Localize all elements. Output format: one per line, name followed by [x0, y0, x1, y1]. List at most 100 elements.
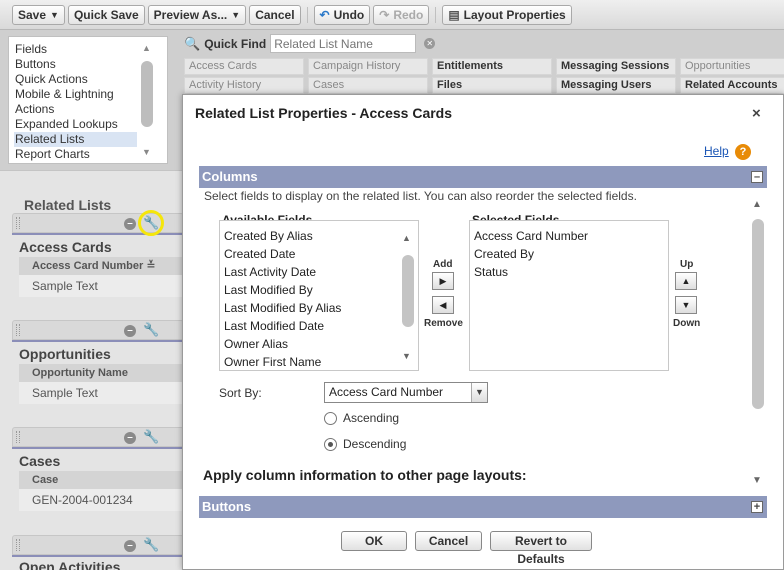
category-scrollbar[interactable]: ▲ ▼ [141, 43, 153, 161]
expand-icon[interactable]: + [751, 501, 763, 513]
scroll-thumb[interactable] [141, 61, 153, 127]
help-icon[interactable]: ? [735, 144, 751, 160]
category-buttons[interactable]: Buttons [14, 57, 137, 72]
selected-fields-list[interactable]: Access Card Number Created By Status [469, 220, 669, 371]
palette-item[interactable]: Activity History [184, 77, 304, 94]
list-item[interactable]: Owner Alias [220, 335, 418, 353]
section-header[interactable]: – 🔧 [12, 320, 184, 340]
drag-handle[interactable] [16, 539, 20, 551]
related-list-cases[interactable]: – 🔧 Cases Case GEN-2004-001234 [12, 427, 184, 511]
palette-item[interactable]: Messaging Sessions [556, 58, 676, 75]
category-related-lists[interactable]: Related Lists [14, 132, 137, 147]
scroll-down-icon[interactable]: ▼ [142, 147, 151, 157]
list-item[interactable]: Created By Alias [220, 227, 418, 245]
undo-button[interactable]: ↶ Undo [313, 4, 371, 25]
related-list-properties-dialog: Related List Properties - Access Cards ×… [182, 94, 784, 570]
remove-icon[interactable]: – [124, 432, 136, 444]
category-report-charts[interactable]: Report Charts [14, 147, 137, 162]
category-mobile-lightning[interactable]: Mobile & Lightning Actions [14, 87, 137, 117]
list-item[interactable]: Created Date [220, 245, 418, 263]
list-item[interactable]: Access Card Number [470, 227, 668, 245]
descending-radio[interactable]: Descending [324, 437, 406, 451]
wrench-icon[interactable]: 🔧 [143, 429, 159, 445]
sort-by-label: Sort By: [219, 386, 262, 400]
apply-columns-text: Apply column information to other page l… [203, 467, 527, 483]
dialog-scrollbar[interactable]: ▲ ▼ [751, 199, 765, 489]
palette-item[interactable]: Campaign History [308, 58, 428, 75]
revert-to-defaults-button[interactable]: Revert to Defaults [490, 531, 592, 566]
drag-handle[interactable] [16, 324, 20, 336]
list-item[interactable]: Created By [470, 245, 668, 263]
list-item[interactable]: Last Modified By Alias [220, 299, 418, 317]
columns-section-header[interactable]: Columns – [199, 166, 767, 188]
list-item[interactable]: Last Modified By [220, 281, 418, 299]
category-fields[interactable]: Fields [14, 42, 137, 57]
quick-find-input[interactable] [270, 34, 417, 53]
drag-handle[interactable] [16, 431, 20, 443]
add-button[interactable]: ▶ [432, 272, 454, 290]
down-label: Down [673, 318, 701, 329]
cancel-button[interactable]: Cancel [249, 4, 301, 25]
cancel-dialog-button[interactable]: Cancel [415, 531, 482, 551]
move-down-button[interactable]: ▼ [675, 296, 697, 314]
list-item[interactable]: Last Activity Date [220, 263, 418, 281]
list-item[interactable]: Owner First Name [220, 353, 418, 371]
sort-by-select[interactable]: Access Card Number ▼ [324, 382, 488, 403]
wrench-icon[interactable]: 🔧 [143, 322, 159, 338]
palette-item[interactable]: Messaging Users [556, 77, 676, 94]
palette-item[interactable]: Files [432, 77, 552, 94]
palette-item[interactable]: Related Accounts [680, 77, 784, 94]
remove-icon[interactable]: – [124, 540, 136, 552]
ascending-radio[interactable]: Ascending [324, 411, 399, 425]
drag-handle[interactable] [16, 217, 20, 229]
wrench-icon[interactable]: 🔧 [143, 537, 159, 553]
related-list-open-activities[interactable]: – 🔧 Open Activities [12, 535, 184, 570]
section-value: Sample Text [19, 275, 184, 297]
palette-item[interactable]: Opportunities [680, 58, 784, 75]
ok-button[interactable]: OK [341, 531, 407, 551]
scroll-thumb[interactable] [402, 255, 414, 327]
available-fields-list[interactable]: Created By Alias Created Date Last Activ… [219, 220, 419, 371]
palette-item[interactable]: Access Cards [184, 58, 304, 75]
search-icon: 🔍 [184, 35, 201, 51]
category-expanded-lookups[interactable]: Expanded Lookups [14, 117, 137, 132]
layout-properties-button[interactable]: ▤ Layout Properties [442, 4, 572, 25]
remove-icon[interactable]: – [124, 218, 136, 230]
related-list-access-cards[interactable]: – 🔧 Access Cards Access Card Number ≚ Sa… [12, 210, 184, 297]
remove-icon[interactable]: – [124, 325, 136, 337]
radio-icon[interactable] [324, 411, 337, 425]
section-header[interactable]: – 🔧 [12, 535, 184, 555]
scroll-up-icon[interactable]: ▲ [402, 233, 411, 243]
palette-item[interactable]: Cases [308, 77, 428, 94]
help-link[interactable]: Help [704, 144, 729, 158]
save-button[interactable]: Save ▼ [12, 4, 65, 25]
radio-selected-icon[interactable] [324, 437, 337, 451]
clear-icon[interactable]: ✕ [424, 38, 436, 49]
scroll-up-icon[interactable]: ▲ [752, 199, 762, 210]
section-column: Case [19, 471, 184, 489]
scroll-down-icon[interactable]: ▼ [752, 475, 762, 486]
section-header[interactable]: – 🔧 [12, 427, 184, 447]
up-label: Up [680, 259, 694, 270]
palette-item[interactable]: Entitlements [432, 58, 552, 75]
close-icon[interactable]: × [752, 105, 761, 122]
related-list-opportunities[interactable]: – 🔧 Opportunities Opportunity Name Sampl… [12, 320, 184, 404]
available-fields-scrollbar[interactable]: ▲ ▼ [402, 233, 414, 361]
collapse-icon[interactable]: – [751, 171, 763, 183]
chevron-down-icon[interactable]: ▼ [471, 383, 487, 402]
section-header[interactable]: – 🔧 [12, 210, 184, 236]
scroll-thumb[interactable] [752, 219, 764, 409]
scroll-up-icon[interactable]: ▲ [142, 43, 151, 53]
list-item[interactable]: Status [470, 263, 668, 281]
palette-categories: Fields Buttons Quick Actions Mobile & Li… [8, 36, 168, 164]
quick-save-button[interactable]: Quick Save [67, 4, 145, 25]
section-column: Opportunity Name [19, 364, 184, 382]
remove-button[interactable]: ◀ [432, 296, 454, 314]
list-item[interactable]: Last Modified Date [220, 317, 418, 335]
buttons-section-header[interactable]: Buttons + [199, 496, 767, 518]
scroll-down-icon[interactable]: ▼ [402, 351, 411, 361]
category-quick-actions[interactable]: Quick Actions [14, 72, 137, 87]
redo-button[interactable]: ↷ Redo [373, 4, 430, 25]
move-up-button[interactable]: ▲ [675, 272, 697, 290]
preview-as-button[interactable]: Preview As... ▼ [147, 4, 247, 25]
